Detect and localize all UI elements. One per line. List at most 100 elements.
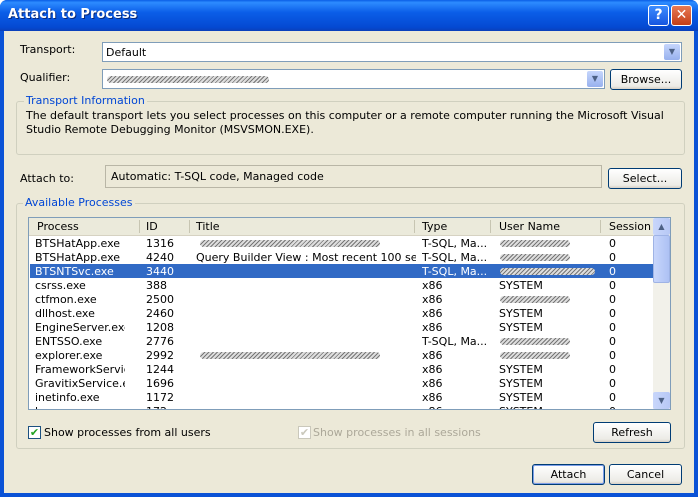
cell-type: T-SQL, Ma... <box>422 335 488 348</box>
cell-process: dllhost.exe <box>35 307 95 320</box>
cell-process: FrameworkService.... <box>35 363 125 376</box>
cell-process: EngineServer.exe <box>35 321 125 334</box>
show-all-sessions-checkbox[interactable]: ✔ <box>298 426 311 439</box>
redacted-user-name <box>500 338 570 345</box>
qualifier-label: Qualifier: <box>20 71 71 84</box>
cell-type: T-SQL, Ma... <box>422 265 488 278</box>
cell-user: SYSTEM <box>499 307 543 320</box>
cell-type: T-SQL, Ma... <box>422 237 488 250</box>
cell-user: SYSTEM <box>499 405 589 409</box>
cell-process: ctfmon.exe <box>35 293 97 306</box>
attach-button[interactable]: Attach <box>532 464 605 485</box>
transport-dropdown[interactable]: Default ▼ <box>102 42 682 62</box>
column-divider[interactable] <box>490 220 491 233</box>
cell-title: Query Builder View : Most recent 100 ser… <box>196 251 416 264</box>
process-row[interactable]: ENTSSO.exe 2776 T-SQL, Ma... 0 <box>30 334 653 348</box>
cell-id: 1172 <box>146 391 174 404</box>
redacted-qualifier <box>107 76 269 83</box>
process-row[interactable]: EngineServer.exe 1208 x86 SYSTEM 0 <box>30 320 653 334</box>
cell-user: SYSTEM <box>499 391 543 404</box>
checkmark-icon: ✔ <box>29 426 40 439</box>
process-list[interactable]: Process ID Title Type User Name Session … <box>28 217 671 410</box>
attach-to-process-window: Attach to Process ? ✕ Transport: Default… <box>0 0 698 497</box>
transport-description: The default transport lets you select pr… <box>26 109 664 136</box>
help-button[interactable]: ? <box>648 5 669 26</box>
process-row[interactable]: dllhost.exe 2460 x86 SYSTEM 0 <box>30 306 653 320</box>
attach-to-field: Automatic: T-SQL code, Managed code <box>105 165 602 188</box>
cell-id: 2776 <box>146 335 174 348</box>
show-all-sessions-label: Show processes in all sessions <box>313 426 481 439</box>
cell-user: SYSTEM <box>499 279 543 292</box>
transport-information-title: Transport Information <box>24 94 147 107</box>
window-title: Attach to Process <box>8 7 138 22</box>
cell-process: BTSHatApp.exe <box>35 251 121 264</box>
chevron-down-icon[interactable]: ▼ <box>664 44 680 60</box>
column-header-user-name[interactable]: User Name <box>499 220 560 233</box>
scroll-up-icon[interactable]: ▲ <box>653 218 670 235</box>
cell-process: explorer.exe <box>35 349 103 362</box>
transport-label: Transport: <box>20 43 76 56</box>
cell-user: SYSTEM <box>499 377 543 390</box>
column-header-title[interactable]: Title <box>196 220 220 233</box>
column-divider[interactable] <box>600 220 601 233</box>
cell-process: BTSHatApp.exe <box>35 237 121 250</box>
process-list-header: Process ID Title Type User Name Session <box>29 218 653 236</box>
process-row[interactable]: inetinfo.exe 1172 x86 SYSTEM 0 <box>30 390 653 404</box>
browse-button[interactable]: Browse... <box>610 69 682 90</box>
redacted-user-name <box>500 254 570 261</box>
dialog-client-area: Transport: Default ▼ Qualifier: ▼ Browse… <box>4 31 694 493</box>
column-header-id[interactable]: ID <box>146 220 158 233</box>
attach-to-label: Attach to: <box>20 172 74 185</box>
transport-value: Default <box>106 46 147 59</box>
scroll-down-icon[interactable]: ▼ <box>653 392 670 409</box>
cancel-button[interactable]: Cancel <box>609 464 682 485</box>
cell-id: 2500 <box>146 293 174 306</box>
redacted-user-name <box>500 296 570 303</box>
chevron-down-icon[interactable]: ▼ <box>587 71 603 87</box>
process-row[interactable]: csrss.exe 388 x86 SYSTEM 0 <box>30 278 653 292</box>
column-header-type[interactable]: Type <box>422 220 447 233</box>
refresh-button[interactable]: Refresh <box>593 422 671 443</box>
process-row[interactable]: explorer.exe 2992 x86 0 <box>30 348 653 362</box>
cell-process: inetinfo.exe <box>35 391 100 404</box>
available-processes-title: Available Processes <box>23 196 135 209</box>
cell-id: 1208 <box>146 321 174 334</box>
column-divider[interactable] <box>414 220 415 233</box>
column-divider[interactable] <box>189 220 190 233</box>
process-row[interactable]: BTSHatApp.exe 1316 T-SQL, Ma... 0 <box>30 236 653 250</box>
title-bar[interactable]: Attach to Process ? ✕ <box>0 0 698 31</box>
process-row[interactable]: FrameworkService....1244x86SYSTEM0 <box>30 362 653 376</box>
redacted-title <box>200 352 380 359</box>
cell-process: BTSNTSvc.exe <box>35 265 114 278</box>
column-divider[interactable] <box>139 220 140 233</box>
cell-process: csrss.exe <box>35 279 86 292</box>
cell-type: T-SQL, Ma... <box>422 251 488 264</box>
redacted-user-name <box>500 352 570 359</box>
cell-id: 388 <box>146 279 167 292</box>
cell-id: 2460 <box>146 307 174 320</box>
select-button[interactable]: Select... <box>608 168 682 189</box>
process-row[interactable]: ctfmon.exe 2500 x86 0 <box>30 292 653 306</box>
cell-process: l... <box>35 405 125 409</box>
process-row[interactable]: BTSHatApp.exe 4240 Query Builder View : Mo… <box>30 250 653 264</box>
qualifier-input[interactable]: ▼ <box>102 69 605 89</box>
cell-user: SYSTEM <box>499 363 543 376</box>
scroll-thumb[interactable] <box>653 235 670 283</box>
column-header-session[interactable]: Session <box>609 220 651 233</box>
attach-to-value: Automatic: T-SQL code, Managed code <box>111 170 324 183</box>
vertical-scrollbar[interactable]: ▲ ▼ <box>653 218 670 409</box>
close-button[interactable]: ✕ <box>671 5 692 26</box>
cell-id: 1696 <box>146 377 174 390</box>
cell-type: x86 <box>422 293 443 306</box>
cell-id: 172 <box>146 405 236 409</box>
process-row[interactable]: BTSNTSvc.exe 3440 T-SQL, Ma... 0 <box>30 264 653 278</box>
cell-type: x86 <box>422 349 443 362</box>
redacted-user-name <box>500 240 570 247</box>
process-row[interactable]: l...172x86SYSTEM0 <box>30 404 653 409</box>
show-all-users-label[interactable]: Show processes from all users <box>44 426 211 439</box>
cell-process: ENTSSO.exe <box>35 335 103 348</box>
redacted-user-name <box>500 268 595 275</box>
column-header-process[interactable]: Process <box>37 220 79 233</box>
show-all-users-checkbox[interactable]: ✔ <box>28 426 41 439</box>
process-row[interactable]: GravitixService.exe1696x86SYSTEM0 <box>30 376 653 390</box>
